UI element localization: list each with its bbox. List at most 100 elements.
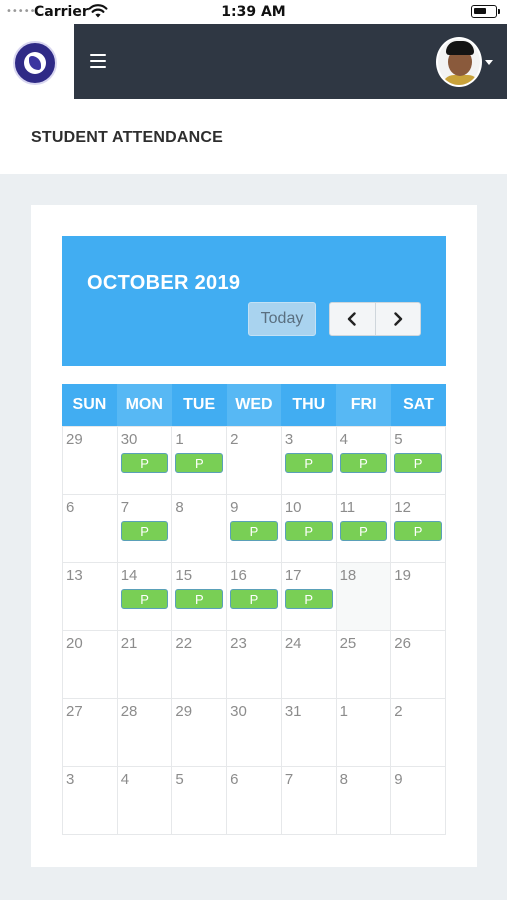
present-badge[interactable]: P — [120, 453, 169, 473]
day-number: 2 — [230, 431, 239, 448]
present-badge[interactable]: P — [175, 453, 224, 473]
page-title: STUDENT ATTENDANCE — [31, 129, 224, 146]
month-title: OCTOBER 2019 — [87, 272, 241, 294]
day-number: 1 — [339, 703, 348, 720]
hamburger-icon[interactable] — [90, 54, 106, 68]
day-number: 27 — [66, 703, 83, 720]
calendar-day-cell[interactable]: 20 — [63, 631, 118, 699]
calendar-day-cell[interactable]: 19 — [391, 563, 446, 631]
calendar-day-cell[interactable]: 2 — [227, 427, 282, 495]
calendar-day-cell[interactable]: 28 — [117, 699, 173, 767]
day-number: 29 — [175, 703, 193, 720]
day-number: 30 — [120, 431, 138, 448]
day-number: 26 — [394, 635, 411, 652]
calendar-day-cell[interactable]: 9 — [391, 767, 446, 835]
calendar-day-cell[interactable]: 1 — [336, 699, 392, 767]
month-nav — [329, 302, 421, 336]
school-logo-icon[interactable] — [13, 41, 57, 85]
calendar-day-cell[interactable]: 13 — [63, 563, 118, 631]
calendar-day-cell[interactable]: 3 — [63, 767, 118, 835]
calendar-day-cell[interactable]: 9P — [227, 495, 282, 563]
calendar-day-cell[interactable]: 29 — [172, 699, 228, 767]
calendar-day-cell[interactable]: 6 — [63, 495, 118, 563]
calendar-day-cell[interactable]: 3P — [281, 427, 337, 495]
calendar-grid: 29 30 P 1 P 2 3 P 4 P 5 P 6 7 P 8 9 P 10 P 11 P 12 P 13 14 P 15 P 16 P… — [62, 426, 446, 835]
calendar-day-cell[interactable]: 21 — [117, 631, 173, 699]
calendar-header: OCTOBER 2019 Today — [62, 236, 446, 366]
calendar-day-cell[interactable]: 7P — [117, 495, 173, 563]
calendar-day-cell[interactable]: 30 — [227, 699, 282, 767]
calendar-day-cell[interactable]: 30 P — [117, 427, 173, 495]
day-number: 6 — [66, 499, 75, 516]
calendar-day-cell[interactable]: 15 P — [172, 563, 228, 631]
day-number: 4 — [339, 431, 348, 448]
calendar-day-cell[interactable]: 26 — [391, 631, 446, 699]
day-number: 1 — [175, 431, 184, 448]
day-number: 28 — [120, 703, 138, 720]
calendar-day-cell[interactable]: 7 — [281, 767, 337, 835]
calendar-day-cell[interactable]: 5P — [391, 427, 446, 495]
calendar-day-cell[interactable]: 6 — [227, 767, 282, 835]
calendar-day-cell[interactable]: 2 — [391, 699, 446, 767]
calendar-day-cell[interactable]: 14 P — [117, 563, 173, 631]
weekday-tue: TUE — [171, 384, 227, 426]
day-number: 5 — [175, 771, 184, 788]
present-badge[interactable]: P — [284, 453, 333, 473]
day-number: 29 — [66, 431, 83, 448]
day-number: 18 — [339, 567, 357, 584]
day-number: 22 — [175, 635, 193, 652]
present-badge[interactable]: P — [339, 453, 388, 473]
caret-down-icon[interactable] — [485, 60, 493, 65]
present-badge[interactable]: P — [394, 521, 442, 541]
calendar-day-cell[interactable]: 31 — [281, 699, 337, 767]
day-number: 14 — [120, 567, 138, 584]
calendar-day-cell[interactable]: 25 — [336, 631, 392, 699]
present-badge[interactable]: P — [175, 589, 224, 609]
calendar-day-cell[interactable]: 24 — [281, 631, 337, 699]
day-number: 10 — [284, 499, 302, 516]
present-badge[interactable]: P — [120, 521, 169, 541]
calendar-day-cell[interactable]: 17 P — [281, 563, 337, 631]
calendar-day-cell[interactable]: 10 P — [281, 495, 337, 563]
next-month-button[interactable] — [374, 303, 421, 335]
calendar-day-cell[interactable]: 4P — [336, 427, 392, 495]
present-badge[interactable]: P — [284, 589, 333, 609]
weekday-mon: MON — [116, 384, 172, 426]
calendar-day-cell[interactable]: 16 P — [227, 563, 282, 631]
present-badge[interactable]: P — [339, 521, 388, 541]
calendar-day-cell[interactable]: 27 — [63, 699, 118, 767]
calendar-day-cell[interactable]: 8 — [172, 495, 228, 563]
calendar-day-cell[interactable]: 29 — [63, 427, 118, 495]
day-number: 4 — [120, 771, 130, 788]
day-number: 12 — [394, 499, 411, 516]
user-avatar[interactable] — [436, 37, 482, 87]
weekday-wed: WED — [226, 384, 282, 426]
calendar-day-cell[interactable]: 11 P — [336, 495, 392, 563]
calendar-day-cell[interactable]: 22 — [172, 631, 228, 699]
day-number: 9 — [230, 499, 239, 516]
calendar-day-cell[interactable]: 5 — [172, 767, 228, 835]
prev-month-button[interactable] — [330, 303, 375, 335]
day-number: 13 — [66, 567, 83, 584]
day-number: 7 — [284, 771, 294, 788]
today-button[interactable]: Today — [248, 302, 316, 336]
present-badge[interactable]: P — [284, 521, 333, 541]
weekday-thu: THU — [281, 384, 337, 426]
weekday-sun: SUN — [62, 384, 117, 426]
present-badge[interactable]: P — [120, 589, 169, 609]
present-badge[interactable]: P — [230, 589, 278, 609]
present-badge[interactable]: P — [394, 453, 442, 473]
day-number: 17 — [284, 567, 302, 584]
calendar-day-cell[interactable]: 23 — [227, 631, 282, 699]
calendar-day-cell[interactable]: 4 — [117, 767, 173, 835]
day-number: 8 — [175, 499, 184, 516]
calendar-day-cell[interactable]: 12 P — [391, 495, 446, 563]
calendar-day-cell[interactable]: 8 — [336, 767, 392, 835]
day-number: 7 — [120, 499, 130, 516]
day-number: 2 — [394, 703, 403, 720]
present-badge[interactable]: P — [230, 521, 278, 541]
day-number: 5 — [394, 431, 403, 448]
calendar-day-cell[interactable]: 18 — [336, 563, 392, 631]
calendar-day-cell[interactable]: 1P — [172, 427, 228, 495]
weekday-fri: FRI — [336, 384, 392, 426]
